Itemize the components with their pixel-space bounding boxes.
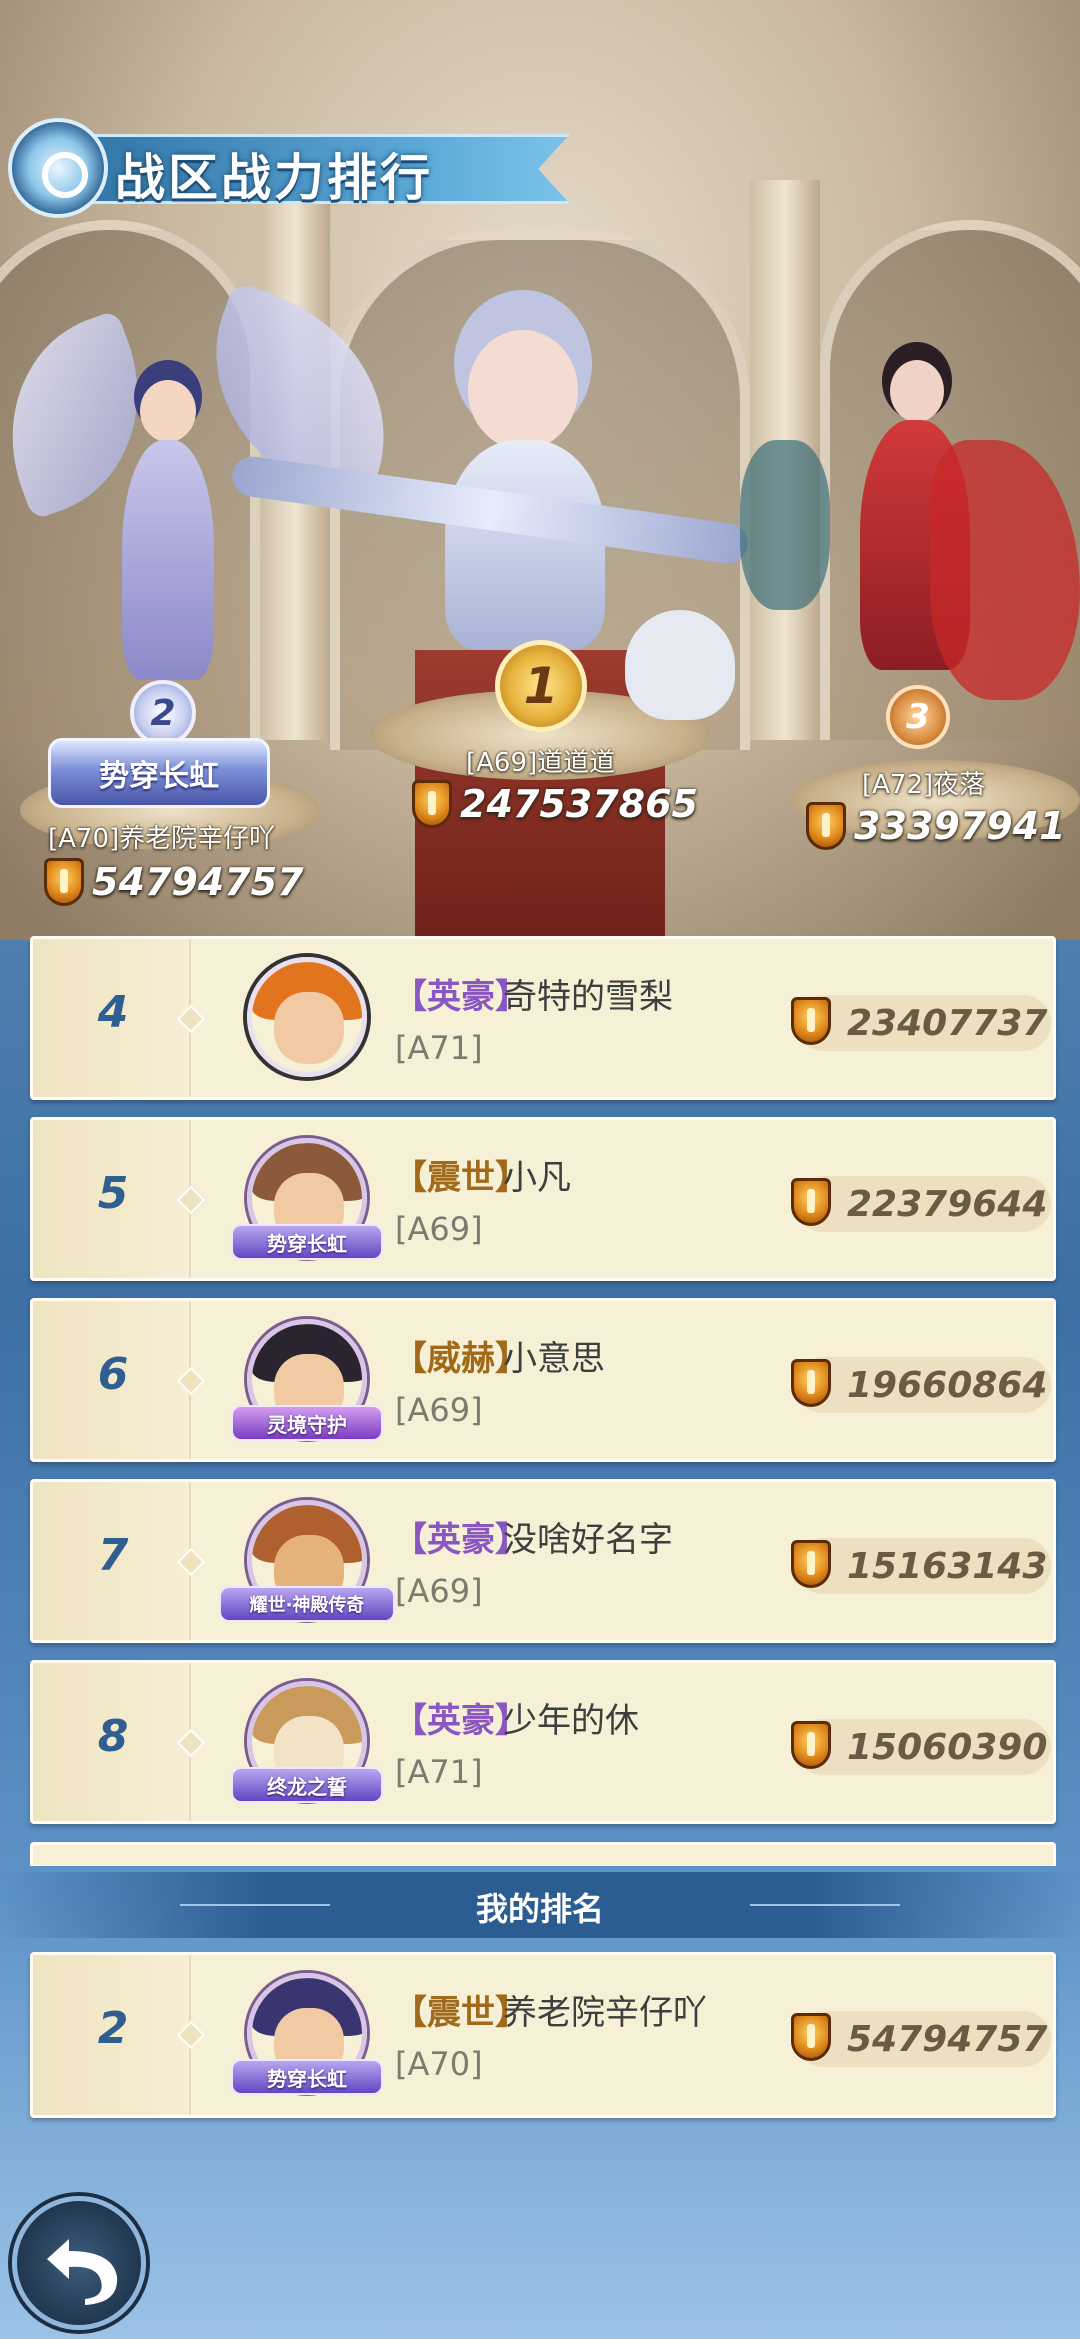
avatar-frame-label: 势穿长虹 (231, 2059, 383, 2095)
rank-1-medal-icon: 1 (495, 640, 587, 732)
rank-number: 7 (97, 1530, 129, 1581)
power-pill: 15163143 (791, 1538, 1051, 1594)
player-name: 养老院辛仔吖 (503, 1993, 707, 2033)
rank-number: 2 (97, 2003, 129, 2054)
rank-1-power-value: 247537865 (460, 782, 698, 826)
player-name: 没啥好名字 (503, 1520, 673, 1560)
rank-2-power: 54794757 (44, 858, 304, 906)
rank-3-power-value: 33397941 (854, 804, 1066, 848)
power-pill: 23407737 (791, 995, 1051, 1051)
page-title-banner: 战区战力排行 (0, 118, 580, 218)
rank-number: 5 (97, 1168, 129, 1219)
power-pill: 22379644 (791, 1176, 1051, 1232)
server-id: [A71] (395, 1029, 483, 1067)
my-ranking-header: 我的排名 (0, 1872, 1080, 1938)
power-value: 19660864 (847, 1365, 1048, 1406)
rank-number: 6 (97, 1349, 129, 1400)
avatar[interactable] (247, 957, 367, 1077)
player-name: 奇特的雪梨 (503, 977, 673, 1017)
divider-line (750, 1904, 900, 1906)
my-ranking-row[interactable]: 2 势穿长虹 【震世】 养老院辛仔吖 [A70] 54794757 (30, 1952, 1056, 2118)
player-name: 小凡 (503, 1158, 571, 1198)
server-id: [A69] (395, 1391, 483, 1429)
rank-2-title-plate: 势穿长虹 (48, 738, 270, 808)
my-ranking-label: 我的排名 (475, 1890, 604, 1928)
power-shield-icon (806, 802, 846, 850)
title-emblem-icon (8, 118, 108, 218)
ranking-row[interactable]: 5 势穿长虹 【震世】 小凡 [A69] 22379644 (30, 1117, 1056, 1281)
avatar-frame-label: 终龙之誓 (231, 1767, 383, 1803)
power-value: 54794757 (847, 2019, 1048, 2060)
power-shield-icon (791, 2013, 831, 2061)
ranking-row[interactable]: 4 【英豪】 奇特的雪梨 [A71] 23407737 (30, 936, 1056, 1100)
power-shield-icon (791, 1178, 831, 1226)
server-id: [A69] (395, 1210, 483, 1248)
rank-3-player-name[interactable]: [A72]夜落 (862, 764, 985, 801)
power-value: 23407737 (847, 1003, 1048, 1044)
back-arrow-icon (47, 2239, 118, 2305)
rank-1-player-name[interactable]: [A69]道道道 (466, 742, 615, 779)
back-button[interactable] (12, 2196, 146, 2330)
rank-2-player-name[interactable]: [A70]养老院辛仔吖 (48, 818, 275, 855)
rank-2-medal-icon: 2 (130, 680, 196, 746)
rank-2-power-value: 54794757 (92, 860, 304, 904)
power-pill: 54794757 (791, 2011, 1051, 2067)
power-shield-icon (791, 1721, 831, 1769)
server-id: [A69] (395, 1572, 483, 1610)
rank-3-medal-icon: 3 (886, 685, 950, 749)
rank-1-power: 247537865 (412, 780, 698, 828)
power-pill: 19660864 (791, 1357, 1051, 1413)
server-id: [A70] (395, 2045, 483, 2083)
power-value: 15060390 (847, 1727, 1048, 1768)
server-id: [A71] (395, 1753, 483, 1791)
rank-3-power: 33397941 (806, 802, 1066, 850)
power-value: 15163143 (847, 1546, 1048, 1587)
power-shield-icon (44, 858, 84, 906)
avatar-frame-label: 灵境守护 (231, 1405, 383, 1441)
page-title: 战区战力排行 (115, 149, 433, 207)
rank-number: 8 (97, 1711, 129, 1762)
player-name: 少年的休 (503, 1701, 639, 1741)
player-name: 小意思 (503, 1339, 605, 1379)
power-shield-icon (791, 1359, 831, 1407)
rank-number: 4 (97, 987, 129, 1038)
power-pill: 15060390 (791, 1719, 1051, 1775)
power-shield-icon (791, 1540, 831, 1588)
avatar-frame-label: 耀世·神殿传奇 (219, 1586, 395, 1622)
avatar-frame-label: 势穿长虹 (231, 1224, 383, 1260)
ranking-row[interactable]: 7 耀世·神殿传奇 【英豪】 没啥好名字 [A69] 15163143 (30, 1479, 1056, 1643)
ranking-row-partial[interactable] (30, 1842, 1056, 1866)
ranking-row[interactable]: 8 终龙之誓 【英豪】 少年的休 [A71] 15060390 (30, 1660, 1056, 1824)
power-shield-icon (791, 997, 831, 1045)
power-value: 22379644 (847, 1184, 1048, 1225)
ranking-row[interactable]: 6 灵境守护 【威赫】 小意思 [A69] 19660864 (30, 1298, 1056, 1462)
white-pet (625, 610, 735, 720)
power-shield-icon (412, 780, 452, 828)
